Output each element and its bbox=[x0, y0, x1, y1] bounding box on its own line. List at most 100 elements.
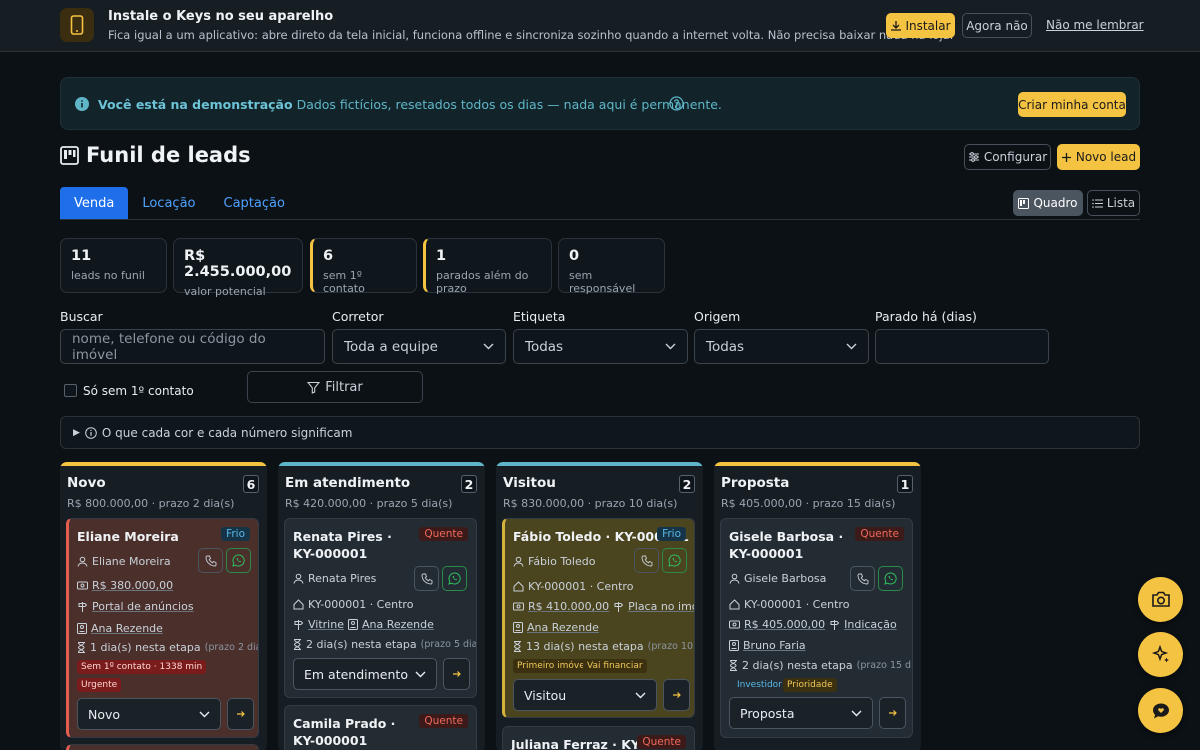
agent-select[interactable]: Toda a equipe bbox=[332, 329, 506, 364]
legend-toggle[interactable]: ▶ O que cada cor e cada número significa… bbox=[60, 416, 1140, 449]
hourglass-icon bbox=[513, 641, 521, 652]
column-visitou: Visitou 2 R$ 830.000,00 · prazo 10 dia(s… bbox=[496, 462, 703, 750]
tag-select[interactable]: Todas bbox=[513, 329, 688, 364]
value-origin-row: R$ 410.000,00 Placa no imóvel bbox=[513, 600, 694, 613]
download-icon bbox=[891, 20, 902, 31]
arrow-right-icon bbox=[452, 671, 461, 677]
whatsapp-button[interactable] bbox=[662, 548, 687, 573]
signpost-icon bbox=[294, 620, 304, 630]
column-summary: R$ 420.000,00 · prazo 5 dia(s) bbox=[285, 497, 453, 510]
lead-origin: Placa no imóvel bbox=[628, 600, 694, 613]
urgent-badge: Urgente bbox=[77, 678, 122, 692]
demo-notice: Você está na demonstração Dados fictício… bbox=[60, 77, 1140, 130]
lead-card[interactable]: Fábio Toledo · KY-000001 Frio Fábio Tole… bbox=[502, 518, 695, 718]
demo-desc: Dados fictícios, resetados todos os dias… bbox=[296, 97, 722, 112]
stage-select[interactable]: Novo bbox=[77, 698, 221, 730]
stage-select-value: Visitou bbox=[524, 687, 567, 703]
column-em-atendimento: Em atendimento 2 R$ 420.000,00 · prazo 5… bbox=[278, 462, 485, 750]
call-button[interactable] bbox=[414, 566, 439, 591]
signpost-icon bbox=[614, 602, 624, 612]
legend-toggle-label: O que cada cor e cada número significam bbox=[101, 425, 353, 440]
ai-assistant-fab[interactable] bbox=[1138, 632, 1183, 677]
column-title: Novo bbox=[67, 475, 106, 491]
chevron-down-icon bbox=[665, 343, 676, 350]
call-button[interactable] bbox=[634, 548, 659, 573]
info-circle-icon bbox=[85, 426, 97, 439]
lead-card[interactable]: Juliana Ferraz · KY- Quente bbox=[502, 726, 695, 750]
stage-select[interactable]: Em atendimento bbox=[293, 658, 437, 690]
not-now-button[interactable]: Agora não bbox=[962, 13, 1032, 38]
search-input[interactable]: nome, telefone ou código do imóvel bbox=[60, 329, 325, 364]
never-remind-link[interactable]: Não me lembrar bbox=[1046, 18, 1144, 32]
contact-row: Fábio Toledo bbox=[513, 555, 595, 568]
user-icon bbox=[729, 573, 740, 584]
configure-label: Configurar bbox=[983, 150, 1048, 164]
stat-potential-value: R$ 2.455.000,00 valor potencial bbox=[173, 238, 303, 298]
contact-name: Gisele Barbosa bbox=[744, 572, 827, 585]
whatsapp-button[interactable] bbox=[226, 548, 251, 573]
list-icon bbox=[1092, 198, 1103, 208]
new-lead-button[interactable]: Novo lead bbox=[1057, 144, 1140, 170]
origin-select[interactable]: Todas bbox=[694, 329, 869, 364]
tag-select-value: Todas bbox=[525, 338, 564, 355]
lead-card[interactable]: Camila Prado · KY-000001 Quente bbox=[284, 705, 477, 750]
stat-value: 6 bbox=[323, 248, 334, 264]
lead-card[interactable]: Eliane Moreira Frio Eliane Moreira R$ 38… bbox=[66, 518, 259, 738]
call-button[interactable] bbox=[198, 548, 223, 573]
stat-stalled[interactable]: 1 parados além do prazo bbox=[423, 238, 552, 295]
lead-name: Eliane Moreira bbox=[77, 529, 179, 544]
lead-name: Juliana Ferraz · KY- bbox=[511, 737, 644, 750]
page-title-text: Funil de leads bbox=[86, 143, 251, 167]
user-icon bbox=[77, 556, 88, 567]
no-contact-checkbox[interactable] bbox=[64, 384, 77, 397]
advance-stage-button[interactable] bbox=[879, 697, 906, 729]
chat-fab[interactable] bbox=[1138, 688, 1183, 733]
configure-button[interactable]: Configurar bbox=[964, 144, 1051, 170]
whatsapp-button[interactable] bbox=[442, 566, 467, 591]
call-button[interactable] bbox=[850, 566, 875, 591]
property-code: KY-000001 · Centro bbox=[308, 598, 414, 611]
lead-agent: Ana Rezende bbox=[527, 621, 599, 634]
lead-card-partial[interactable] bbox=[66, 744, 259, 750]
lead-agent: Ana Rezende bbox=[91, 622, 163, 635]
advance-stage-button[interactable] bbox=[227, 698, 254, 730]
create-account-button[interactable]: Criar minha conta bbox=[1018, 92, 1126, 117]
stalled-days-input[interactable] bbox=[875, 329, 1049, 364]
camera-fab[interactable] bbox=[1138, 577, 1183, 622]
lead-card[interactable]: Gisele Barbosa · KY-000001 Quente Gisele… bbox=[720, 518, 913, 738]
user-icon bbox=[293, 573, 304, 584]
stat-no-contact[interactable]: 6 sem 1º contato bbox=[310, 238, 417, 295]
agent-row: Ana Rezende bbox=[513, 621, 599, 634]
phone-call-icon bbox=[857, 573, 868, 584]
column-count: 2 bbox=[679, 475, 695, 493]
column-color-bar bbox=[278, 462, 485, 466]
sparkles-icon bbox=[1151, 644, 1169, 662]
tab-venda[interactable]: Venda bbox=[60, 187, 129, 220]
tab-captacao[interactable]: Captação bbox=[210, 187, 299, 220]
triangle-right-icon: ▶ bbox=[73, 427, 80, 438]
tab-locacao[interactable]: Locação bbox=[128, 187, 209, 220]
origin-agent-row: Vitrine Ana Rezende bbox=[293, 618, 434, 631]
advance-stage-button[interactable] bbox=[663, 679, 690, 711]
whatsapp-button[interactable] bbox=[878, 566, 903, 591]
arrow-right-icon bbox=[888, 710, 897, 716]
lead-name: Gisele Barbosa · KY-000001 bbox=[729, 529, 844, 561]
lead-card[interactable]: Renata Pires · KY-000001 Quente Renata P… bbox=[284, 518, 477, 698]
column-count: 2 bbox=[461, 475, 477, 493]
advance-stage-button[interactable] bbox=[443, 658, 470, 690]
whatsapp-icon bbox=[884, 572, 897, 585]
board-view-button[interactable]: Quadro bbox=[1013, 190, 1083, 216]
column-summary: R$ 830.000,00 · prazo 10 dia(s) bbox=[503, 497, 678, 510]
help-icon[interactable] bbox=[669, 96, 684, 111]
money-icon bbox=[729, 620, 740, 629]
page-title: Funil de leads bbox=[60, 143, 251, 167]
filter-button[interactable]: Filtrar bbox=[247, 371, 423, 403]
list-view-button[interactable]: Lista bbox=[1087, 190, 1140, 216]
stat-label: valor potencial bbox=[184, 285, 266, 298]
install-button[interactable]: Instalar bbox=[886, 13, 955, 38]
stage-select[interactable]: Proposta bbox=[729, 697, 873, 729]
agent-label: Corretor bbox=[332, 309, 384, 324]
new-lead-label: Novo lead bbox=[1075, 150, 1137, 164]
stage-select[interactable]: Visitou bbox=[513, 679, 657, 711]
install-description: Fica igual a um aplicativo: abre direto … bbox=[108, 28, 954, 42]
